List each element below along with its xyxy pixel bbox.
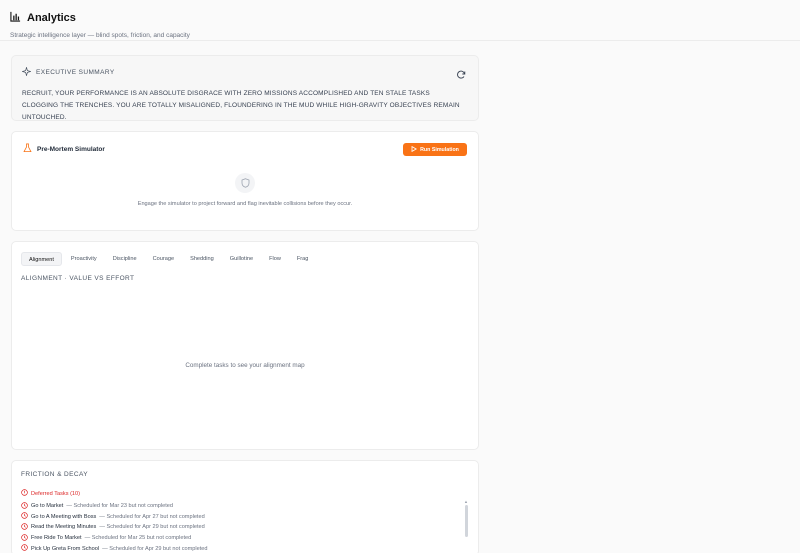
- scrollbar-thumb[interactable]: [465, 505, 468, 537]
- executive-summary-text: RECRUIT, YOUR PERFORMANCE IS AN ABSOLUTE…: [22, 90, 460, 121]
- deferred-tasks-header[interactable]: Deferred Tasks (10): [21, 489, 469, 498]
- tab-bar: Alignment Proactivity Discipline Courage…: [21, 252, 469, 266]
- executive-summary-label: EXECUTIVE SUMMARY: [36, 68, 115, 76]
- tab-discipline[interactable]: Discipline: [106, 252, 144, 266]
- tab-shedding[interactable]: Shedding: [183, 252, 221, 266]
- shield-icon: [235, 173, 255, 193]
- task-note: — Scheduled for Mar 25 but not completed: [84, 535, 192, 542]
- list-item[interactable]: Read the Meeting Minutes — Scheduled for…: [21, 522, 469, 533]
- play-icon: [411, 145, 418, 154]
- pre-mortem-label: Pre-Mortem Simulator: [37, 145, 105, 153]
- main-content: EXECUTIVE SUMMARY RECRUIT, YOUR PERFORMA…: [0, 41, 479, 553]
- page-header: Analytics Strategic intelligence layer —…: [0, 0, 800, 41]
- bar-chart-icon: [10, 9, 21, 27]
- friction-card: FRICTION & DECAY Deferred Tasks (10) Go …: [11, 460, 479, 553]
- task-note: — Scheduled for Apr 29 but not completed: [99, 524, 205, 531]
- task-list-scrollbar[interactable]: ▲: [464, 499, 468, 553]
- executive-summary-card: EXECUTIVE SUMMARY RECRUIT, YOUR PERFORMA…: [11, 55, 479, 121]
- tab-courage[interactable]: Courage: [146, 252, 181, 266]
- pre-mortem-card: Pre-Mortem Simulator Run Simulation Enga…: [11, 131, 479, 231]
- clock-icon: [21, 512, 28, 521]
- clock-icon: [21, 533, 28, 543]
- alignment-empty-text: Complete tasks to see your alignment map: [185, 362, 305, 369]
- pre-mortem-empty-text: Engage the simulator to project forward …: [137, 201, 353, 207]
- tab-frag[interactable]: Frag: [290, 252, 316, 266]
- deferred-task-list: Go to Market — Scheduled for Mar 23 but …: [21, 501, 469, 553]
- tab-flow[interactable]: Flow: [262, 252, 288, 266]
- task-name: Free Ride To Market: [31, 535, 82, 542]
- sparkle-icon: [21, 63, 32, 81]
- alignment-section-label: ALIGNMENT · VALUE VS EFFORT: [21, 275, 135, 282]
- alert-circle-icon: [21, 489, 28, 498]
- analytics-tabs-card: Alignment Proactivity Discipline Courage…: [11, 241, 479, 450]
- task-name: Go to A Meeting with Boss: [31, 513, 97, 520]
- list-item[interactable]: Go to A Meeting with Boss — Scheduled fo…: [21, 512, 469, 523]
- flask-icon: [23, 140, 32, 158]
- task-name: Go to Market: [31, 503, 64, 510]
- friction-label: FRICTION & DECAY: [21, 471, 88, 478]
- list-item[interactable]: Go to Market — Scheduled for Mar 23 but …: [21, 501, 469, 512]
- page-title: Analytics: [27, 12, 76, 24]
- task-name: Read the Meeting Minutes: [31, 524, 97, 531]
- clock-icon: [21, 523, 28, 532]
- tab-alignment[interactable]: Alignment: [21, 252, 62, 266]
- task-note: — Scheduled for Apr 29 but not completed: [102, 545, 208, 552]
- tab-proactivity[interactable]: Proactivity: [64, 252, 104, 266]
- clock-icon: [21, 544, 28, 553]
- page-subtitle: Strategic intelligence layer — blind spo…: [10, 32, 190, 39]
- task-note: — Scheduled for Mar 23 but not completed: [66, 503, 173, 510]
- scroll-up-icon[interactable]: ▲: [464, 499, 468, 504]
- task-name: Pick Up Greta From School: [31, 545, 100, 552]
- refresh-icon[interactable]: [456, 67, 466, 79]
- clock-icon: [21, 502, 28, 511]
- list-item[interactable]: Free Ride To Market — Scheduled for Mar …: [21, 533, 469, 544]
- run-simulation-button[interactable]: Run Simulation: [403, 143, 467, 156]
- task-note: — Scheduled for Apr 27 but not completed: [99, 513, 205, 520]
- tab-guillotine[interactable]: Guillotine: [223, 252, 260, 266]
- run-simulation-label: Run Simulation: [420, 146, 459, 153]
- deferred-tasks-label: Deferred Tasks (10): [31, 490, 81, 497]
- list-item[interactable]: Pick Up Greta From School — Scheduled fo…: [21, 543, 469, 553]
